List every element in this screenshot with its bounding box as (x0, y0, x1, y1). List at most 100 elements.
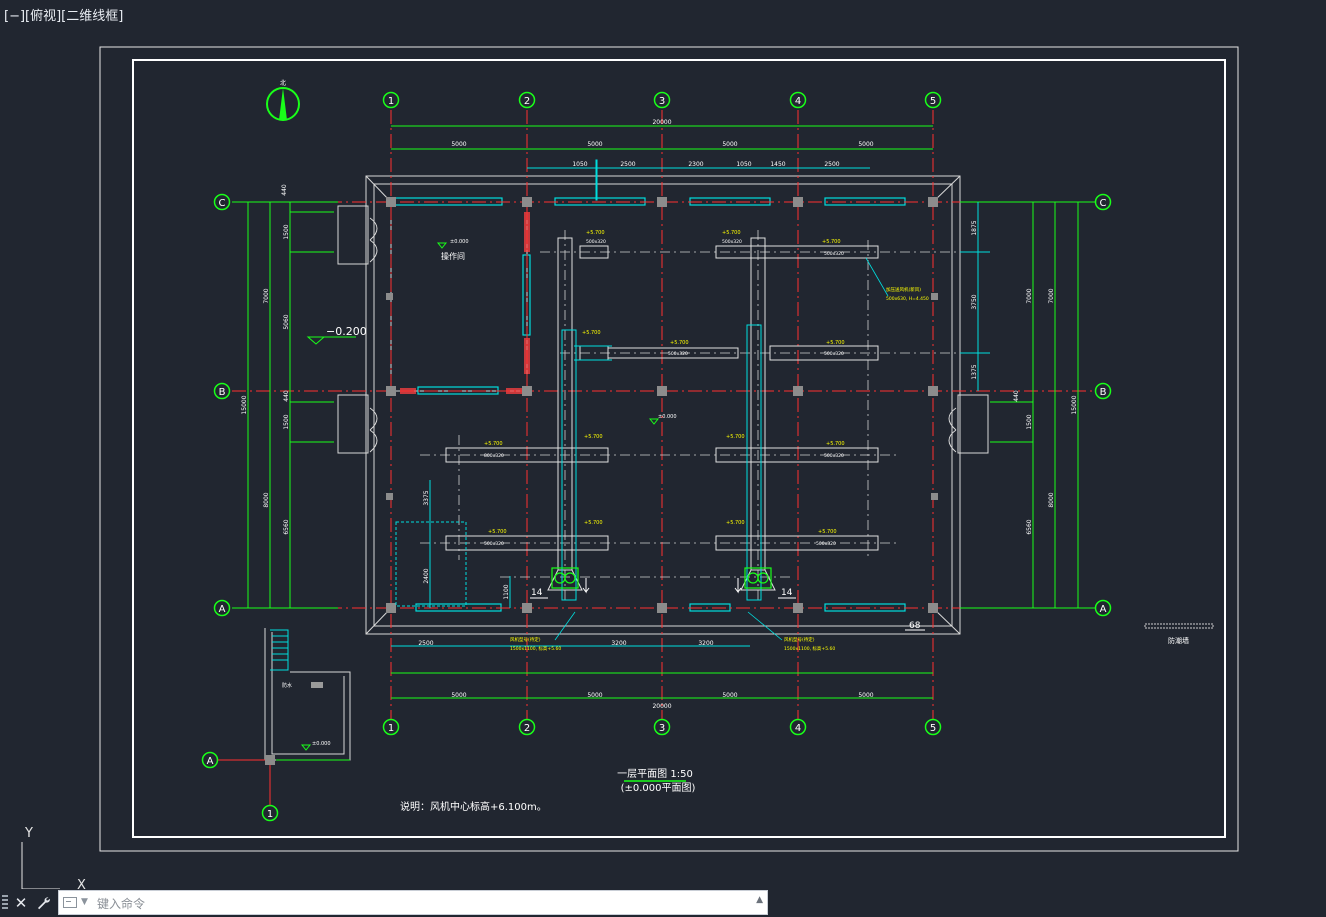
dim-right-7000: 7000 (1048, 288, 1055, 303)
wrench-icon[interactable] (34, 892, 54, 914)
dim-right-overall: 15000 (1071, 395, 1078, 414)
fan-note-br-2: 1500x1100, 标高+5.60 (784, 645, 835, 652)
detail-axis-1: 1 (267, 809, 273, 820)
dim-small-3375: 3375 (423, 490, 430, 505)
axis-3-bottom: 3 (659, 723, 665, 734)
axis-2-top: 2 (524, 96, 530, 107)
dim-small-2400: 2400 (423, 568, 430, 583)
dashed-room-zone (395, 521, 467, 607)
dim-right-7000b: 7000 (1026, 288, 1033, 303)
duct-level-2: +5.700 (722, 230, 741, 236)
command-prompt-icon[interactable] (63, 897, 77, 908)
dim-left-1500a: 1500 (283, 224, 290, 239)
dimension-lines-cyan (391, 167, 990, 647)
fan-note-bl: 风机型号(待定) (510, 636, 541, 643)
dim-bay-2: 5000 (587, 141, 602, 148)
duct-level-7: +5.700 (826, 441, 845, 447)
outside-level-text: −0.200 (326, 325, 367, 338)
axis-3-top: 3 (659, 96, 665, 107)
dim-right-1500: 1500 (1026, 414, 1033, 429)
outside-level-marker: −0.200 (306, 325, 367, 345)
duct-level-13: +5.700 (726, 434, 745, 440)
dim-right-1375: 1375 (971, 364, 978, 379)
ucs-icon: Y X (21, 826, 86, 889)
legend-label: 防潮墙 (1168, 636, 1189, 645)
axis-bubble-labels: 1 2 3 4 5 1 2 3 4 5 C B A C B A A 1 (207, 96, 1107, 820)
center-level-text: ±0.000 (658, 414, 677, 420)
section-mark-right: 14 (781, 588, 793, 598)
floor-level-text: ±0.000 (450, 239, 469, 245)
dim-bay-2-bottom: 5000 (587, 692, 602, 699)
dim-right-1875: 1875 (971, 220, 978, 235)
detail-label: 防水 (282, 682, 292, 689)
dim-bay-1-bottom: 5000 (451, 692, 466, 699)
dim-bay-4-bottom: 5000 (858, 692, 873, 699)
dim-right-440: 440 (1013, 390, 1020, 402)
dim-sub-1: 1050 (572, 161, 587, 168)
dim-left-8000: 8000 (263, 492, 270, 507)
dim-small-1100: 1100 (503, 584, 510, 599)
dim-left-5060: 5060 (283, 314, 290, 329)
plan-subtitle: (±0.000平面图) (621, 782, 696, 794)
duct-level-5: +5.700 (826, 340, 845, 346)
duct-level-12: +5.700 (584, 434, 603, 440)
duct-level-1: +5.700 (586, 230, 605, 236)
close-icon[interactable]: ✕ (11, 892, 31, 914)
dim-left-7000: 7000 (263, 288, 270, 303)
duct-level-4: +5.700 (670, 340, 689, 346)
fan-note-right: 加压送风机(新风) (886, 286, 921, 293)
dim-sub-5: 1450 (770, 161, 785, 168)
duct-level-11: +5.700 (726, 520, 745, 526)
dim-sub-3: 2300 (688, 161, 703, 168)
dim-bay-3-bottom: 5000 (722, 692, 737, 699)
duct-level-labels: +5.700 +5.700 +5.700 +5.700 +5.700 +5.70… (484, 230, 845, 535)
dim-overall-bottom: 20000 (652, 703, 671, 710)
ucs-x-label: X (77, 878, 86, 889)
ucs-y-label: Y (24, 826, 33, 841)
dim-bay-3: 5000 (722, 141, 737, 148)
duct-level-10: +5.700 (584, 520, 603, 526)
dim-sub-4: 1050 (736, 161, 751, 168)
fan-note-br: 风机型号(待定) (784, 636, 815, 643)
floor-level-marker: ±0.000 (436, 239, 469, 249)
duct-size-5: 500x320 (824, 351, 844, 357)
axis-a-right: A (1100, 604, 1107, 615)
axis-5-top: 5 (930, 96, 936, 107)
axis-4-bottom: 4 (795, 723, 801, 734)
command-line-bar: ✕ ▼ ▲ (0, 889, 770, 916)
duct-size-4: 500x320 (668, 351, 688, 357)
dim-left-6560: 6560 (283, 519, 290, 534)
duct-size-2: 500x320 (722, 239, 742, 245)
duct-size-6: 800x320 (484, 453, 504, 459)
command-input[interactable] (95, 893, 749, 914)
dim-lower-2: 3200 (611, 640, 626, 647)
dim-bay-4: 5000 (858, 141, 873, 148)
windows (391, 197, 906, 612)
dim-lower-1: 2500 (418, 640, 433, 647)
duct-size-7: 500x320 (824, 453, 844, 459)
command-input-field[interactable]: ▼ ▲ (58, 890, 768, 915)
dim-left-overall: 15000 (241, 395, 248, 414)
dim-lower-3: 3200 (698, 640, 713, 647)
mark-68: 68 (909, 621, 921, 631)
detail-level: ±0.000 (312, 741, 331, 747)
axis-1-top: 1 (388, 96, 394, 107)
command-bar-grip-handle[interactable] (2, 895, 8, 911)
duct-level-6: +5.700 (484, 441, 503, 447)
dim-bay-1: 5000 (451, 141, 466, 148)
fan-notes: 加压送风机(新风) 500x630, H=4.450 风机型号(待定) 1500… (510, 286, 929, 652)
duct-level-14: +5.700 (582, 330, 601, 336)
center-level-marker: ±0.000 (648, 414, 677, 425)
duct-size-3: 500x320 (824, 251, 844, 257)
dim-left-440a: 440 (281, 184, 288, 196)
leader-lines (554, 257, 889, 641)
north-label: 北 (280, 79, 286, 87)
axis-5-bottom: 5 (930, 723, 936, 734)
design-note: 说明：风机中心标高+6.100m。 (400, 800, 547, 813)
room-label: 操作间 (441, 251, 465, 261)
duct-level-8: +5.700 (488, 529, 507, 535)
detail-axis-a: A (207, 756, 214, 767)
chevron-down-icon[interactable]: ▼ (81, 897, 88, 907)
cad-drawing-canvas[interactable]: 北 1 2 3 4 5 1 2 3 4 5 C B A C B A A 1 20… (0, 0, 1326, 889)
chevron-up-icon[interactable]: ▲ (756, 895, 763, 905)
